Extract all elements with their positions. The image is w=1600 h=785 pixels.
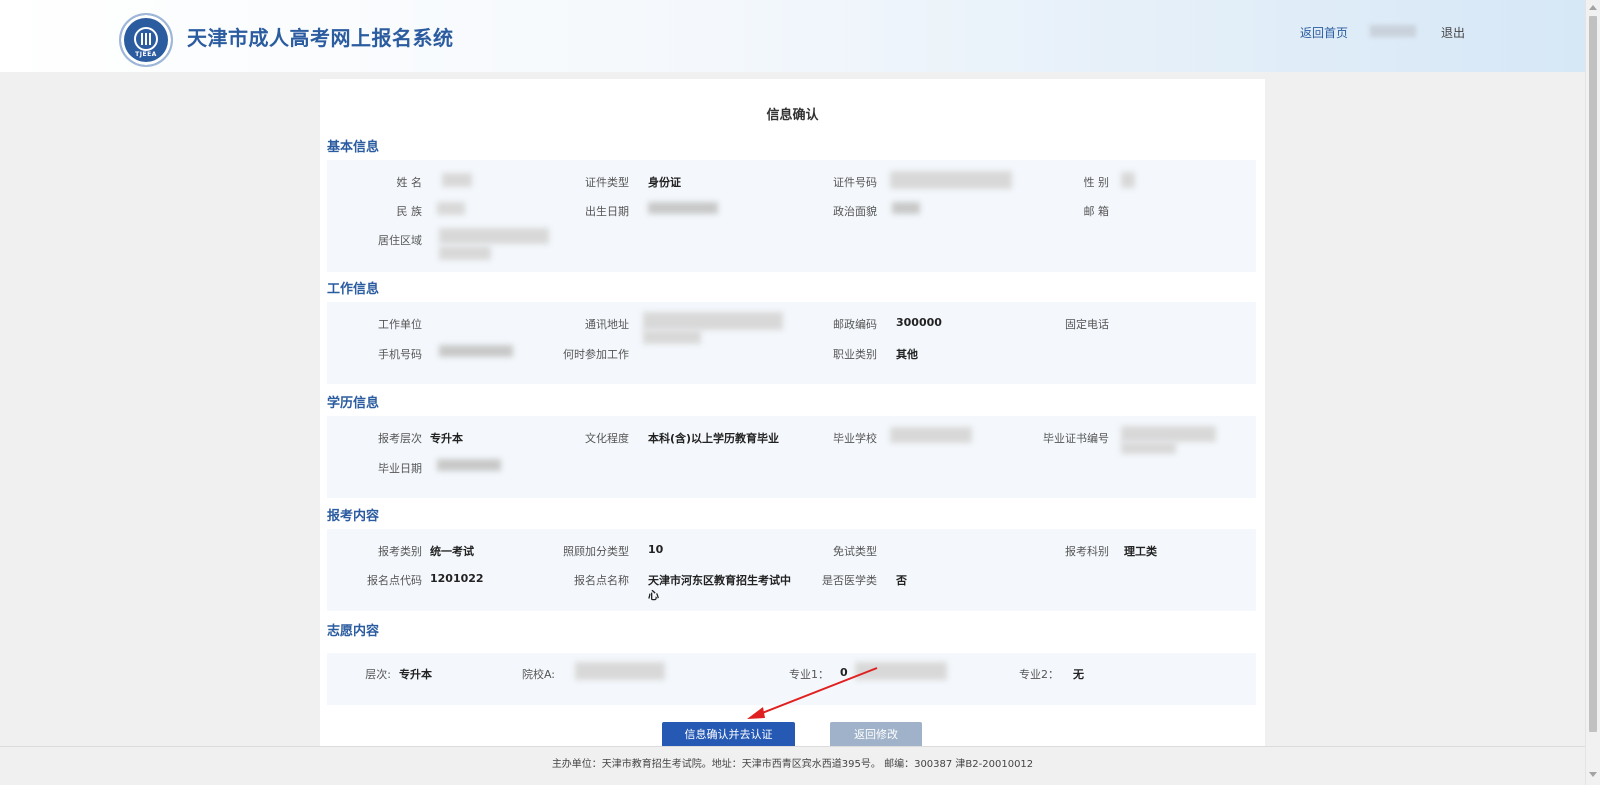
category-label: 报考类别 bbox=[378, 545, 422, 558]
cert-number-label: 毕业证书编号 bbox=[1043, 432, 1109, 445]
subject-value: 理工类 bbox=[1124, 545, 1157, 558]
exam-info-section: 报考类别 统一考试 照顾加分类型 10 免试类型 报考科别 理工类 报名点代码 … bbox=[327, 529, 1256, 611]
level-value: 专升本 bbox=[430, 432, 463, 445]
medical-value: 否 bbox=[896, 574, 907, 587]
footer-text: 主办单位：天津市教育招生考试院。地址：天津市西青区宾水西道395号。 邮编：30… bbox=[551, 759, 1034, 770]
level-label: 报考层次 bbox=[378, 432, 422, 445]
exam-info-title: 报考内容 bbox=[327, 509, 380, 524]
site-title: 天津市成人高考网上报名系统 bbox=[187, 26, 454, 50]
region-label: 居住区域 bbox=[378, 234, 422, 247]
school-value-redacted bbox=[890, 427, 972, 443]
cert-number-redacted-1 bbox=[1121, 426, 1216, 442]
page-title: 信息确认 bbox=[766, 108, 819, 123]
region-value-redacted-1 bbox=[439, 228, 549, 244]
vertical-scrollbar[interactable] bbox=[1585, 0, 1600, 785]
postcode-label: 邮政编码 bbox=[833, 318, 877, 331]
birth-value-redacted bbox=[648, 202, 718, 214]
site-name-value-line1: 天津市河东区教育招生考试中 bbox=[648, 574, 791, 587]
scroll-up-icon[interactable] bbox=[1589, 5, 1597, 10]
degree-label: 文化程度 bbox=[585, 432, 629, 445]
wish-level-label: 层次: bbox=[365, 668, 391, 681]
name-value-redacted bbox=[442, 173, 472, 187]
wish-school-redacted bbox=[575, 662, 665, 680]
birth-label: 出生日期 bbox=[585, 205, 629, 218]
home-link[interactable]: 返回首页 bbox=[1300, 24, 1348, 41]
bonus-label: 照顾加分类型 bbox=[563, 545, 629, 558]
exempt-label: 免试类型 bbox=[833, 545, 877, 558]
occupation-label: 职业类别 bbox=[833, 348, 877, 361]
wish-info-title: 志愿内容 bbox=[327, 624, 380, 639]
bonus-value: 10 bbox=[648, 543, 664, 556]
basic-info-title: 基本信息 bbox=[327, 140, 380, 155]
id-type-value: 身份证 bbox=[648, 176, 681, 189]
scroll-down-icon[interactable] bbox=[1589, 772, 1597, 777]
annotation-arrow-icon bbox=[747, 667, 878, 719]
site-name-label: 报名点名称 bbox=[574, 574, 629, 587]
logout-link[interactable]: 退出 bbox=[1441, 24, 1465, 41]
subject-label: 报考科别 bbox=[1065, 545, 1109, 558]
major2-value: 无 bbox=[1073, 668, 1084, 681]
education-info-section: 报考层次 专升本 文化程度 本科(含)以上学历教育毕业 毕业学校 毕业证书编号 … bbox=[327, 416, 1256, 498]
email-label: 邮 箱 bbox=[1083, 205, 1110, 218]
work-info-title: 工作信息 bbox=[327, 282, 380, 297]
grad-date-label: 毕业日期 bbox=[378, 462, 422, 475]
mobile-label: 手机号码 bbox=[378, 348, 422, 361]
region-value-redacted-2 bbox=[439, 246, 491, 260]
basic-info-section: 姓 名 证件类型 身份证 证件号码 性 别 民 族 出生日期 政治面貌 邮 箱 … bbox=[327, 160, 1256, 272]
employer-label: 工作单位 bbox=[378, 318, 422, 331]
username-redacted bbox=[1370, 25, 1416, 37]
postcode-value: 300000 bbox=[896, 316, 942, 329]
work-info-section: 工作单位 通讯地址 邮政编码 300000 固定电话 手机号码 何时参加工作 职… bbox=[327, 302, 1256, 384]
site-code-label: 报名点代码 bbox=[367, 574, 422, 587]
landline-label: 固定电话 bbox=[1065, 318, 1109, 331]
mobile-value-redacted bbox=[439, 345, 513, 357]
ethnicity-value-redacted bbox=[437, 202, 465, 215]
political-value-redacted bbox=[892, 202, 920, 214]
category-value: 统一考试 bbox=[430, 545, 474, 558]
footer: 主办单位：天津市教育招生考试院。地址：天津市西青区宾水西道395号。 邮编：30… bbox=[0, 746, 1585, 785]
address-label: 通讯地址 bbox=[585, 318, 629, 331]
confirm-panel: 信息确认 基本信息 姓 名 证件类型 身份证 证件号码 性 别 民 族 出生日期… bbox=[320, 79, 1265, 747]
education-info-title: 学历信息 bbox=[327, 396, 380, 411]
medical-label: 是否医学类 bbox=[822, 574, 877, 587]
confirm-and-verify-button[interactable]: 信息确认并去认证 bbox=[662, 722, 795, 748]
major2-label: 专业2： bbox=[1019, 668, 1059, 681]
address-value-redacted-1 bbox=[643, 312, 783, 330]
logo-text: TJEEA bbox=[135, 51, 157, 58]
site-name-value-line2: 心 bbox=[648, 589, 659, 602]
gender-label: 性 别 bbox=[1083, 176, 1110, 189]
gender-value-redacted bbox=[1121, 172, 1135, 188]
degree-value: 本科(含)以上学历教育毕业 bbox=[648, 432, 780, 445]
wish-school-label: 院校A: bbox=[521, 668, 555, 681]
cert-number-redacted-2 bbox=[1121, 442, 1176, 454]
back-to-edit-button[interactable]: 返回修改 bbox=[830, 722, 922, 748]
id-type-label: 证件类型 bbox=[585, 176, 629, 189]
occupation-value: 其他 bbox=[896, 348, 918, 361]
site-code-value: 1201022 bbox=[430, 572, 484, 585]
id-number-redacted bbox=[890, 171, 1012, 189]
header-bar: TJEEA 天津市成人高考网上报名系统 返回首页 退出 bbox=[0, 0, 1585, 72]
grad-date-redacted bbox=[437, 459, 501, 471]
site-logo: TJEEA bbox=[119, 13, 173, 67]
school-label: 毕业学校 bbox=[833, 432, 877, 445]
work-start-label: 何时参加工作 bbox=[563, 348, 629, 361]
political-label: 政治面貌 bbox=[833, 205, 877, 218]
name-label: 姓 名 bbox=[396, 176, 423, 189]
wish-level-value: 专升本 bbox=[399, 668, 432, 681]
logo-emblem-icon bbox=[134, 27, 158, 51]
ethnicity-label: 民 族 bbox=[396, 205, 423, 218]
address-value-redacted-2 bbox=[643, 330, 701, 344]
id-number-label: 证件号码 bbox=[833, 176, 877, 189]
scroll-thumb[interactable] bbox=[1589, 16, 1597, 732]
